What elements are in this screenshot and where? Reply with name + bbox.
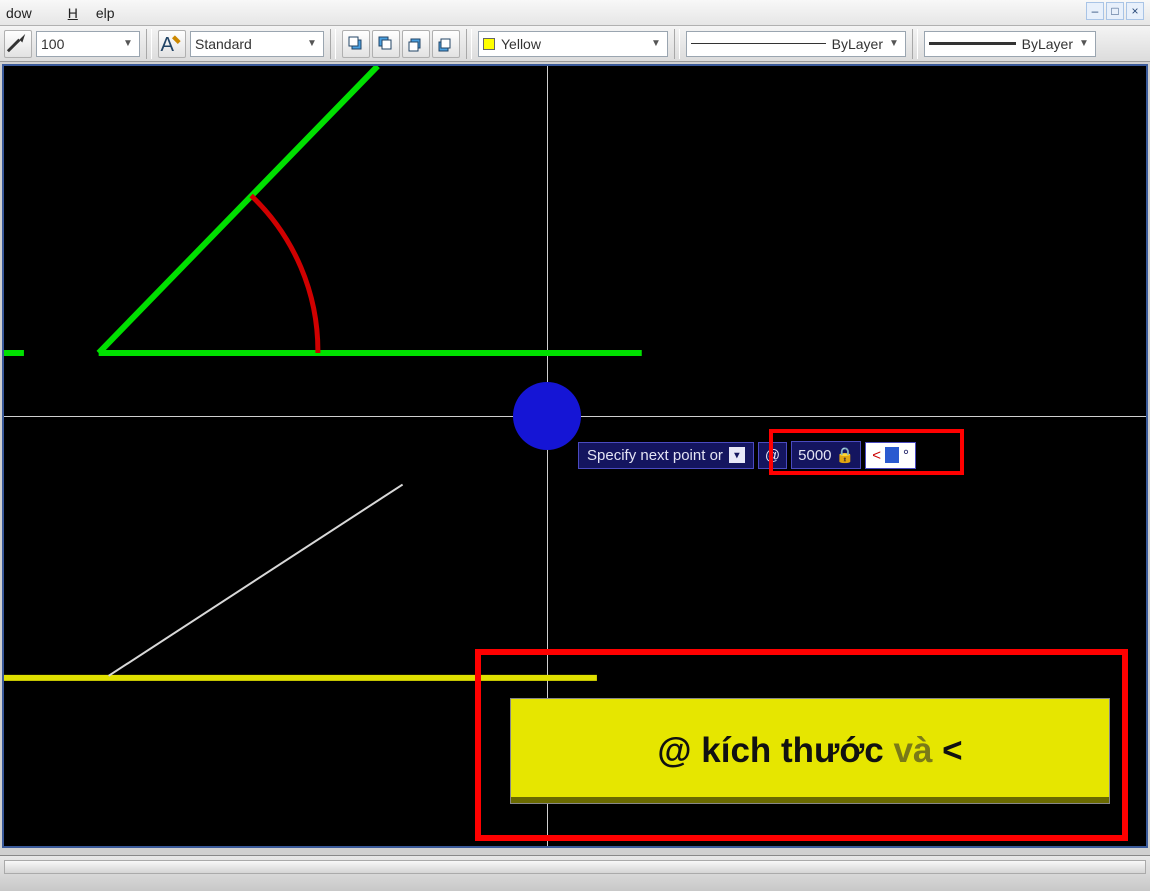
send-back-button[interactable] [372,30,400,58]
chevron-down-icon: ▼ [649,38,663,49]
toolbar-separator [146,29,152,59]
toolbar-separator [330,29,336,59]
annotation-text: @ kích thước và < [657,731,962,771]
annotation-callout: @ kích thước và < [510,698,1110,804]
minimize-button[interactable]: – [1086,2,1104,20]
line-green-diag [99,66,378,353]
drawing-canvas[interactable]: Specify next point or ▾ @ 5000 🔒 < ° @ k… [2,64,1148,848]
arc-angle-red [251,196,318,353]
annotation-scale-dropdown[interactable]: 100 ▼ [36,31,140,57]
toolbar-separator [674,29,680,59]
menu-bar: dow Help [0,0,1150,26]
chevron-down-icon: ▼ [1077,38,1091,49]
window-controls: – □ × [1086,2,1144,20]
toolbar-separator [466,29,472,59]
textstyle-icon[interactable]: A [158,30,186,58]
textstyle-dropdown[interactable]: Standard ▼ [190,31,324,57]
menu-help[interactable]: Help [68,5,133,21]
properties-toolbar: 100 ▼ A Standard ▼ Yellow ▼ ByLayer ▼ By… [0,26,1150,62]
linetype-value: ByLayer [832,36,883,52]
highlight-coord-boxes [769,429,964,475]
draworder-group [342,30,460,58]
restore-button[interactable]: □ [1106,2,1124,20]
textstyle-value: Standard [195,36,301,52]
close-button[interactable]: × [1126,2,1144,20]
dimscale-icon[interactable] [4,30,32,58]
cursor-pickbox [513,382,581,450]
bring-front-button[interactable] [342,30,370,58]
lineweight-dropdown[interactable]: ByLayer ▼ [924,31,1096,57]
line-white-diag [109,485,403,676]
status-bar [0,855,1150,891]
chevron-down-icon: ▼ [121,38,135,49]
chevron-down-icon: ▼ [305,38,319,49]
lineweight-value: ByLayer [1022,36,1073,52]
linetype-dropdown[interactable]: ByLayer ▼ [686,31,906,57]
dynamic-prompt-text: Specify next point or [587,447,723,464]
toolbar-separator [912,29,918,59]
linetype-sample [691,43,826,44]
chevron-down-icon: ▼ [887,38,901,49]
svg-text:A: A [160,34,174,56]
color-swatch [483,38,495,50]
send-under-button[interactable] [432,30,460,58]
annotation-scale-value: 100 [41,36,117,52]
color-value: Yellow [501,36,645,52]
bring-above-button[interactable] [402,30,430,58]
color-dropdown[interactable]: Yellow ▼ [478,31,668,57]
prompt-more-icon[interactable]: ▾ [729,447,745,463]
menu-window[interactable]: dow [6,5,50,21]
dynamic-prompt: Specify next point or ▾ [578,442,754,469]
lineweight-sample [929,42,1016,45]
